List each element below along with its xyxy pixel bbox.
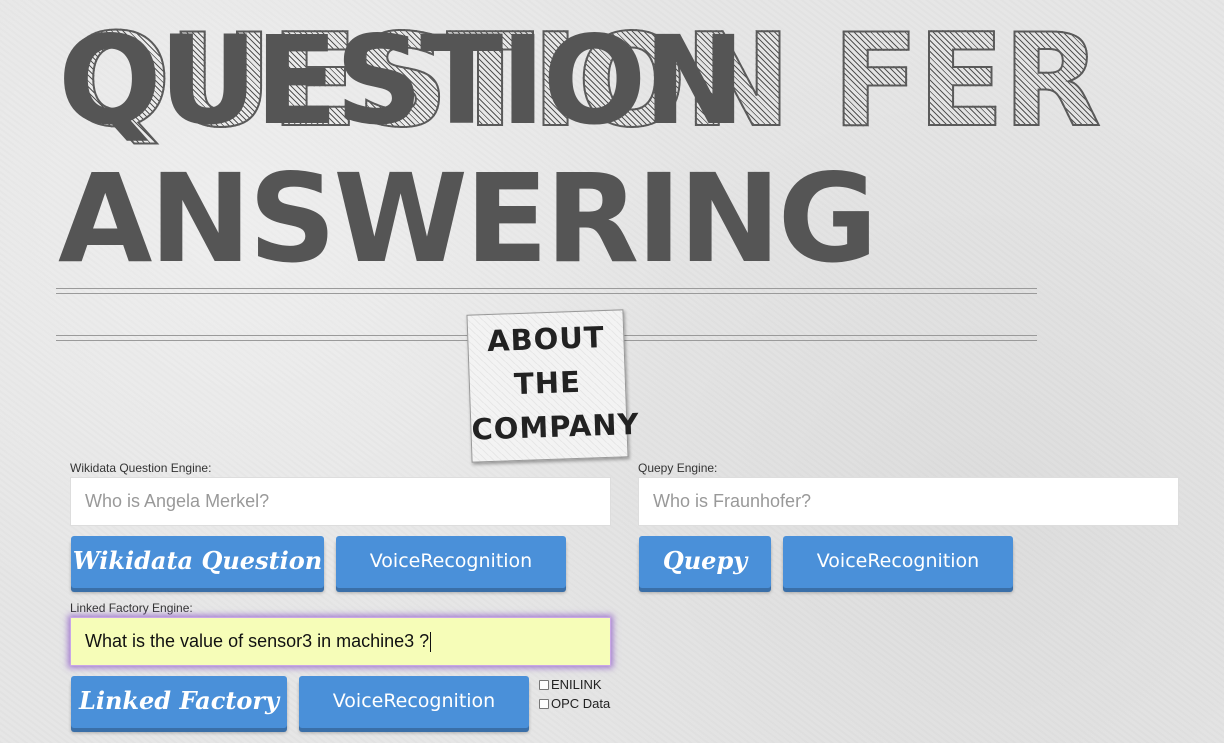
quepy-engine-label: Quepy Engine: <box>638 461 718 475</box>
opc-data-option[interactable]: OPC Data <box>539 696 610 711</box>
sticker-the: THE <box>513 364 582 402</box>
divider-top <box>56 288 1037 294</box>
sticker-about: ABOUT <box>486 319 606 359</box>
opc-data-checkbox[interactable] <box>539 698 549 709</box>
enilink-label: ENILINK <box>551 677 602 692</box>
linked-factory-button[interactable]: Linked Factory <box>71 676 287 728</box>
wikidata-question-input[interactable]: Who is Angela Merkel? <box>70 477 611 526</box>
quepy-voice-recognition-button[interactable]: VoiceRecognition <box>783 536 1013 588</box>
quepy-button[interactable]: Quepy <box>639 536 771 588</box>
linked-factory-question-input[interactable]: What is the value of sensor3 in machine3… <box>70 617 611 666</box>
about-company-sticker[interactable]: ABOUT THE COMPANY <box>466 309 641 463</box>
sticker-company: COMPANY <box>470 406 641 447</box>
linked-factory-input-value: What is the value of sensor3 in machine3… <box>85 631 430 651</box>
wikidata-voice-recognition-button[interactable]: VoiceRecognition <box>336 536 566 588</box>
quepy-question-input[interactable]: Who is Fraunhofer? <box>638 477 1179 526</box>
wikidata-engine-label: Wikidata Question Engine: <box>70 461 212 475</box>
page-title-answering: ANSWERING <box>58 148 878 290</box>
page-title-question: QUESTION <box>58 10 745 152</box>
linked-factory-voice-recognition-button[interactable]: VoiceRecognition <box>299 676 529 728</box>
opc-data-label: OPC Data <box>551 696 611 711</box>
text-caret <box>430 632 432 653</box>
enilink-checkbox[interactable] <box>539 679 549 690</box>
enilink-option[interactable]: ENILINK <box>539 677 602 692</box>
linked-factory-engine-label: Linked Factory Engine: <box>70 601 193 615</box>
wikidata-question-button[interactable]: Wikidata Question <box>71 536 324 588</box>
